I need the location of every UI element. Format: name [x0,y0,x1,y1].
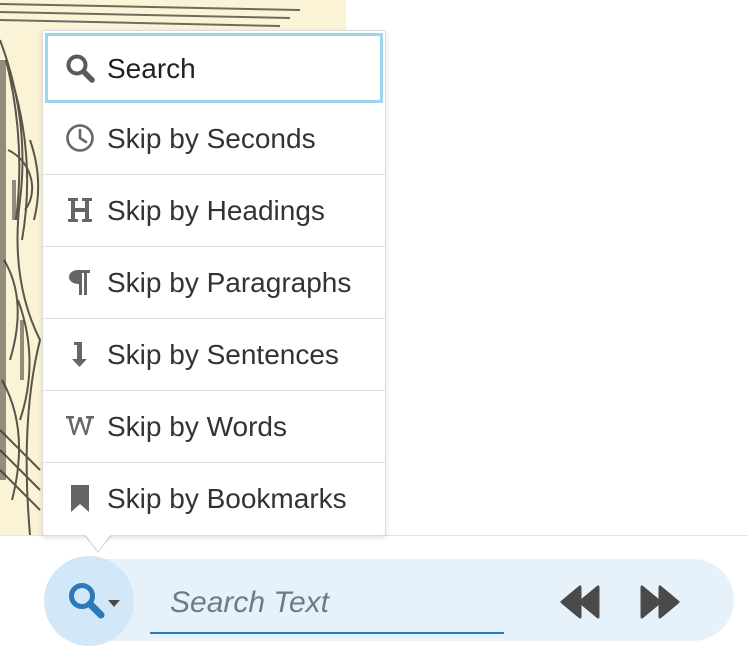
menu-item-skip-bookmarks[interactable]: Skip by Bookmarks [43,463,385,535]
fast-forward-icon [640,585,680,619]
caret-down-icon [108,600,120,607]
menu-item-search[interactable]: Search [45,33,383,103]
menu-item-label: Search [107,53,196,84]
previous-result-button[interactable] [558,583,602,621]
clock-icon [63,121,97,155]
menu-item-label: Skip by Sentences [107,339,339,370]
search-icon [63,51,97,85]
rewind-icon [560,585,600,619]
search-mode-dropdown-button[interactable] [44,556,134,646]
search-icon [69,583,105,619]
bookmark-icon [63,481,97,515]
menu-item-skip-sentences[interactable]: Skip by Sentences [43,319,385,391]
menu-pointer [84,533,112,551]
sentence-arrow-icon [63,337,97,371]
menu-item-skip-headings[interactable]: Skip by Headings [43,175,385,247]
menu-item-label: Skip by Words [107,411,287,442]
search-text-input[interactable] [150,575,504,630]
menu-item-label: Skip by Paragraphs [107,267,352,298]
heading-icon [63,193,97,227]
search-text-field-wrapper [150,575,504,634]
search-mode-menu: Search Skip by Seconds Skip by Headings [42,30,386,536]
menu-item-label: Skip by Seconds [107,123,316,154]
menu-item-skip-words[interactable]: Skip by Words [43,391,385,463]
menu-item-label: Skip by Headings [107,195,325,226]
menu-item-label: Skip by Bookmarks [107,483,347,514]
menu-item-skip-paragraphs[interactable]: Skip by Paragraphs [43,247,385,319]
word-icon [63,409,97,443]
paragraph-icon [63,265,97,299]
menu-item-skip-seconds[interactable]: Skip by Seconds [43,103,385,175]
next-result-button[interactable] [638,583,682,621]
